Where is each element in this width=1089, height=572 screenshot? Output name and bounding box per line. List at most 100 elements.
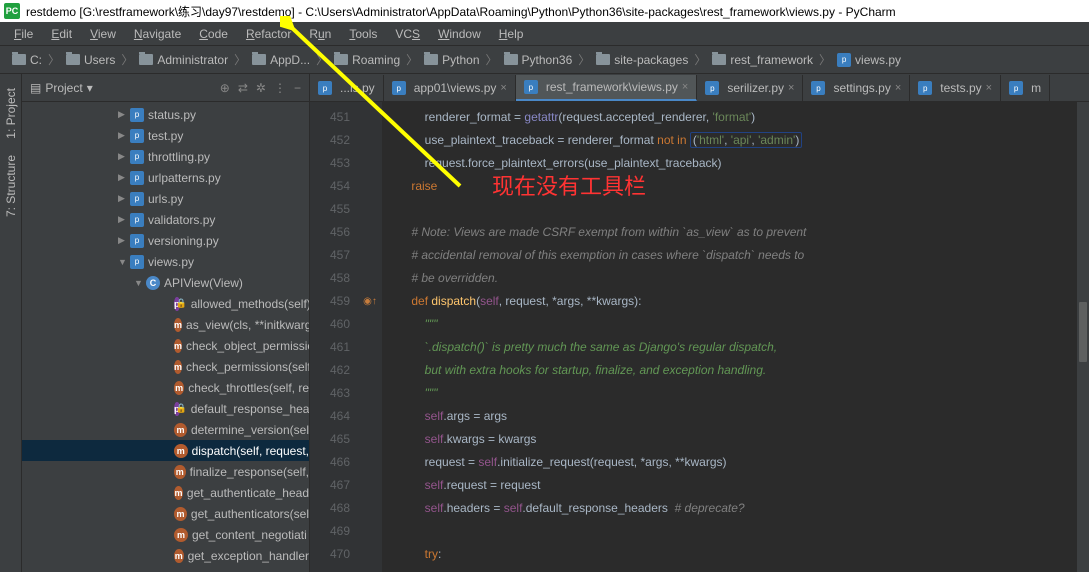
crumb-python[interactable]: Python <box>420 53 483 67</box>
tree-item[interactable]: mcheck_throttles(self, re <box>22 377 309 398</box>
tree-item[interactable]: p🔒default_response_hea <box>22 398 309 419</box>
tree-item[interactable]: mget_authenticators(sel <box>22 503 309 524</box>
tree-item[interactable]: mdetermine_version(sel <box>22 419 309 440</box>
tree-item[interactable]: ▶purlpatterns.py <box>22 167 309 188</box>
tab-structure[interactable]: 7: Structure <box>2 147 20 225</box>
tree-item[interactable]: ▶ptest.py <box>22 125 309 146</box>
scroll-from-source-icon[interactable]: ⊕ <box>220 81 230 95</box>
folder-icon <box>139 54 153 65</box>
crumb-roaming[interactable]: Roaming <box>330 53 404 67</box>
crumb-file[interactable]: pviews.py <box>833 53 905 67</box>
tree-label: throttling.py <box>148 150 210 164</box>
tab-project[interactable]: 1: Project <box>2 80 20 147</box>
expand-icon[interactable]: ▶ <box>118 235 128 246</box>
expand-icon[interactable]: ▶ <box>118 214 128 225</box>
line-number: 464 <box>310 405 350 428</box>
menu-navigate[interactable]: Navigate <box>126 25 189 43</box>
crumb-drive[interactable]: C: <box>8 53 46 67</box>
crumb-python36[interactable]: Python36 <box>500 53 577 67</box>
close-icon[interactable]: × <box>500 82 506 94</box>
hide-icon[interactable]: − <box>294 81 301 95</box>
tree-item[interactable]: ▶purls.py <box>22 188 309 209</box>
tree-item[interactable]: mget_authenticate_head <box>22 482 309 503</box>
tree-item[interactable]: mcheck_permissions(self, <box>22 356 309 377</box>
tree-item[interactable]: mget_content_negotiati <box>22 524 309 545</box>
gutter-row: ◉↑ <box>358 290 382 313</box>
override-icon[interactable]: ◉↑ <box>363 296 377 307</box>
menu-run[interactable]: Run <box>301 25 339 43</box>
method-icon: m <box>174 549 184 563</box>
close-icon[interactable]: × <box>895 82 901 94</box>
tree-item[interactable]: mdispatch(self, request, <box>22 440 309 461</box>
project-title[interactable]: Project <box>45 81 82 95</box>
crumb-sitepkg[interactable]: site-packages <box>592 53 692 67</box>
tree-label: test.py <box>148 129 183 143</box>
gutter-row <box>358 543 382 566</box>
menu-edit[interactable]: Edit <box>43 25 80 43</box>
tree-item[interactable]: p🔒allowed_methods(self) <box>22 293 309 314</box>
tree-label: as_view(cls, **initkwargs) <box>186 318 309 332</box>
tree-item[interactable]: ▼pviews.py <box>22 251 309 272</box>
editor-tab[interactable]: p settings.py × <box>803 75 910 101</box>
expand-icon[interactable]: ▶ <box>118 193 128 204</box>
tab-label: settings.py <box>833 81 890 95</box>
vertical-scrollbar[interactable] <box>1077 102 1089 572</box>
menu-file[interactable]: File <box>6 25 41 43</box>
tree-item[interactable]: mcheck_object_permissions <box>22 335 309 356</box>
expand-icon[interactable]: ▼ <box>134 278 144 288</box>
code-editor[interactable]: 4514524534544554564574584594604614624634… <box>310 102 1089 572</box>
python-file-icon: p <box>811 81 825 95</box>
crumb-restfw[interactable]: rest_framework <box>708 53 817 67</box>
project-panel: ▤ Project ▾ ⊕ ⇄ ✲ ⋮ − ▶pstatus.py▶ptest.… <box>22 74 310 572</box>
editor-tab[interactable]: p...ls.py <box>310 75 384 101</box>
tree-label: versioning.py <box>148 234 219 248</box>
python-file-icon: p <box>130 192 144 206</box>
menu-help[interactable]: Help <box>491 25 532 43</box>
expand-icon[interactable]: ▶ <box>118 172 128 183</box>
tree-item[interactable]: ▼CAPIView(View) <box>22 272 309 293</box>
tree-label: dispatch(self, request, <box>192 444 309 458</box>
tree-label: check_throttles(self, re <box>188 381 309 395</box>
menu-tools[interactable]: Tools <box>341 25 385 43</box>
tree-item[interactable]: mget_exception_handler <box>22 545 309 566</box>
menu-view[interactable]: View <box>82 25 124 43</box>
menu-vcs[interactable]: VCS <box>387 25 428 43</box>
expand-icon[interactable]: ▶ <box>118 151 128 162</box>
scrollbar-thumb[interactable] <box>1079 302 1087 362</box>
close-icon[interactable]: × <box>788 82 794 94</box>
editor-tab[interactable]: papp01\views.py× <box>384 75 516 101</box>
close-icon[interactable]: × <box>986 82 992 94</box>
crumb-users[interactable]: Users <box>62 53 119 67</box>
menu-refactor[interactable]: Refactor <box>238 25 299 43</box>
tree-item[interactable]: mfinalize_response(self, <box>22 461 309 482</box>
menu-window[interactable]: Window <box>430 25 489 43</box>
expand-icon[interactable]: ▼ <box>118 257 128 267</box>
collapse-icon[interactable]: ⇄ <box>238 81 248 95</box>
line-number: 465 <box>310 428 350 451</box>
project-tree[interactable]: ▶pstatus.py▶ptest.py▶pthrottling.py▶purl… <box>22 102 309 572</box>
line-number: 459 <box>310 290 350 313</box>
tree-item[interactable]: ▶pversioning.py <box>22 230 309 251</box>
tree-item[interactable]: mas_view(cls, **initkwargs) <box>22 314 309 335</box>
python-file-icon: p <box>130 108 144 122</box>
expand-icon[interactable]: ▶ <box>118 130 128 141</box>
settings-icon[interactable]: ✲ <box>256 81 266 95</box>
close-icon[interactable]: × <box>682 81 688 93</box>
expand-icon[interactable]: ▶ <box>118 109 128 120</box>
editor-tab[interactable]: prest_framework\views.py× <box>516 75 697 101</box>
crumb-appdata[interactable]: AppD... <box>248 53 314 67</box>
editor-tab[interactable]: pserilizer.py× <box>697 75 803 101</box>
code-content[interactable]: renderer_format = getattr(request.accept… <box>382 102 1089 572</box>
editor-tab[interactable]: pm <box>1001 75 1050 101</box>
menu-code[interactable]: Code <box>191 25 236 43</box>
tree-label: determine_version(sel <box>191 423 309 437</box>
tree-item[interactable]: ▶pvalidators.py <box>22 209 309 230</box>
folder-icon <box>334 54 348 65</box>
tree-item[interactable]: ▶pthrottling.py <box>22 146 309 167</box>
more-icon[interactable]: ⋮ <box>274 81 286 95</box>
editor-tab[interactable]: ptests.py× <box>910 75 1001 101</box>
gutter-row <box>358 451 382 474</box>
crumb-admin[interactable]: Administrator <box>135 53 232 67</box>
tree-item[interactable]: ▶pstatus.py <box>22 104 309 125</box>
dropdown-icon[interactable]: ▾ <box>87 81 93 95</box>
